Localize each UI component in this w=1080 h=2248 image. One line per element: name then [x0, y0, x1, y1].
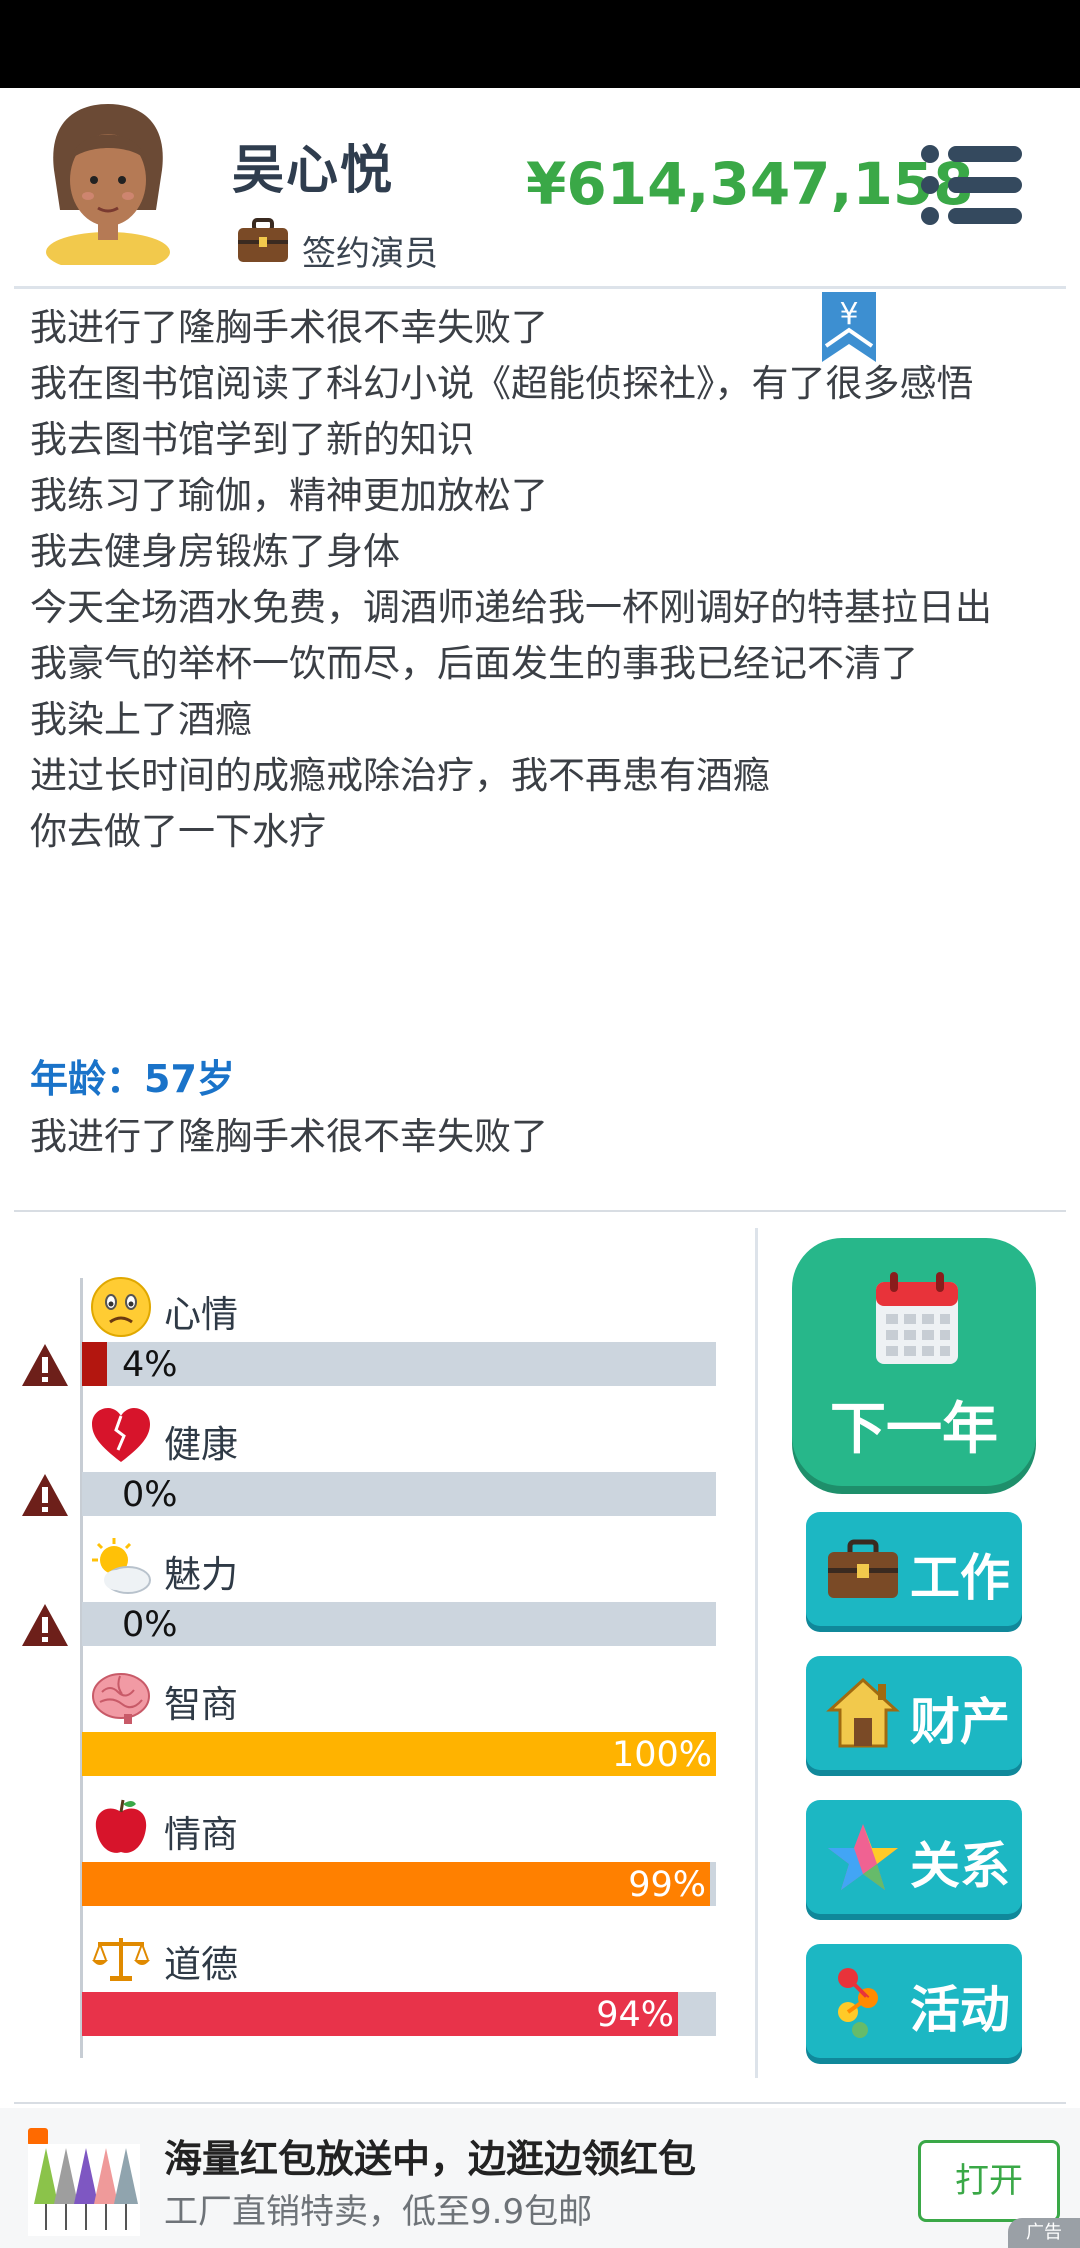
briefcase-icon [828, 1539, 898, 1598]
money-balance: ¥614,347,158 [526, 150, 974, 218]
log-line: 我豪气的举杯一饮而尽，后面发生的事我已经记不清了 [30, 642, 918, 685]
log-line: 我在图书馆阅读了科幻小说《超能侦探社》，有了很多感悟 [30, 362, 974, 405]
relations-label: 关系 [910, 1837, 1010, 1895]
bookmark-symbol: ¥ [839, 297, 858, 332]
bookmark-icon[interactable]: ¥ [820, 292, 878, 364]
stat-bar-morality: 94% [82, 1992, 716, 2036]
next-year-label: 下一年 [830, 1397, 998, 1462]
briefcase-icon [238, 218, 288, 262]
job-title: 签约演员 [302, 234, 438, 274]
ad-open-button[interactable]: 打开 [918, 2140, 1060, 2222]
warning-icon [22, 1474, 68, 1516]
stat-bar-fill [82, 1862, 710, 1906]
stat-value: 94% [596, 1995, 674, 2035]
stat-label-eq: 情商 [164, 1813, 238, 1856]
property-button[interactable]: 财产 [806, 1656, 1022, 1770]
umbrellas-image [28, 2144, 140, 2236]
warning-icon [22, 1604, 68, 1646]
activities-icon [838, 1968, 878, 2038]
relations-button[interactable]: 关系 [806, 1800, 1022, 1914]
character-name: 吴心悦 [232, 141, 395, 201]
sun-cloud-icon [92, 1538, 151, 1594]
stat-value: 4% [122, 1345, 178, 1385]
property-label: 财产 [910, 1693, 1010, 1751]
stat-label-mood: 心情 [164, 1293, 238, 1336]
stat-bar-iq: 100% [82, 1732, 716, 1776]
sad-face-icon [91, 1277, 151, 1337]
stat-bar-eq: 99% [82, 1862, 716, 1906]
activities-button[interactable]: 活动 [806, 1944, 1022, 2058]
stat-label-health: 健康 [164, 1423, 238, 1466]
log-line: 我进行了隆胸手术很不幸失败了 [30, 306, 548, 349]
stat-bar-health: 0% [82, 1472, 716, 1516]
house-icon [826, 1677, 900, 1748]
log-line: 进过长时间的成瘾戒除治疗，我不再患有酒瘾 [30, 754, 770, 797]
stat-bar-mood: 4% [82, 1342, 716, 1386]
age-event: 我进行了隆胸手术很不幸失败了 [30, 1115, 548, 1158]
star-icon [828, 1824, 898, 1890]
scales-icon [92, 1938, 150, 1981]
ad-title: 海量红包放送中，边逛边领红包 [164, 2137, 697, 2181]
divider [14, 1210, 1066, 1212]
work-label: 工作 [910, 1549, 1010, 1607]
divider [14, 2102, 1066, 2104]
stat-label-morality: 道德 [164, 1943, 238, 1986]
log-line: 我去健身房锻炼了身体 [30, 530, 400, 573]
log-line: 我去图书馆学到了新的知识 [30, 418, 474, 461]
panel-divider [755, 1228, 758, 2078]
activities-label: 活动 [910, 1981, 1010, 2039]
stats-axis [80, 1278, 83, 2058]
log-line: 你去做了一下水疗 [30, 810, 326, 853]
stat-value: 0% [122, 1605, 178, 1645]
divider [14, 286, 1066, 289]
menu-icon[interactable] [920, 144, 1024, 226]
avatar [46, 104, 170, 265]
status-bar [0, 0, 1080, 88]
calendar-icon [876, 1272, 958, 1364]
stat-bar-charm: 0% [82, 1602, 716, 1646]
stat-bar-fill [82, 1342, 107, 1386]
stat-value: 100% [611, 1735, 712, 1775]
work-button[interactable]: 工作 [806, 1512, 1022, 1626]
warning-icon [22, 1344, 68, 1386]
log-line: 今天全场酒水免费，调酒师递给我一杯刚调好的特基拉日出 [30, 586, 992, 629]
log-line: 我染上了酒瘾 [30, 698, 252, 741]
age-label: 年龄：57岁 [30, 1057, 235, 1101]
event-log: 我进行了隆胸手术很不幸失败了 我在图书馆阅读了科幻小说《超能侦探社》，有了很多感… [30, 300, 1040, 860]
apple-icon [95, 1799, 147, 1853]
stat-value: 0% [122, 1475, 178, 1515]
ad-tag: 广告 [1008, 2218, 1080, 2248]
stat-value: 99% [628, 1865, 706, 1905]
stat-bar-fill [82, 1992, 678, 2036]
broken-heart-icon [92, 1408, 150, 1462]
log-line: 我练习了瑜伽，精神更加放松了 [30, 474, 548, 517]
next-year-button[interactable]: 下一年 [792, 1238, 1036, 1486]
stat-label-charm: 魅力 [164, 1553, 238, 1596]
stat-label-iq: 智商 [164, 1683, 238, 1726]
brain-icon [92, 1673, 150, 1724]
ad-subtitle: 工厂直销特卖，低至9.9包邮 [164, 2192, 593, 2232]
